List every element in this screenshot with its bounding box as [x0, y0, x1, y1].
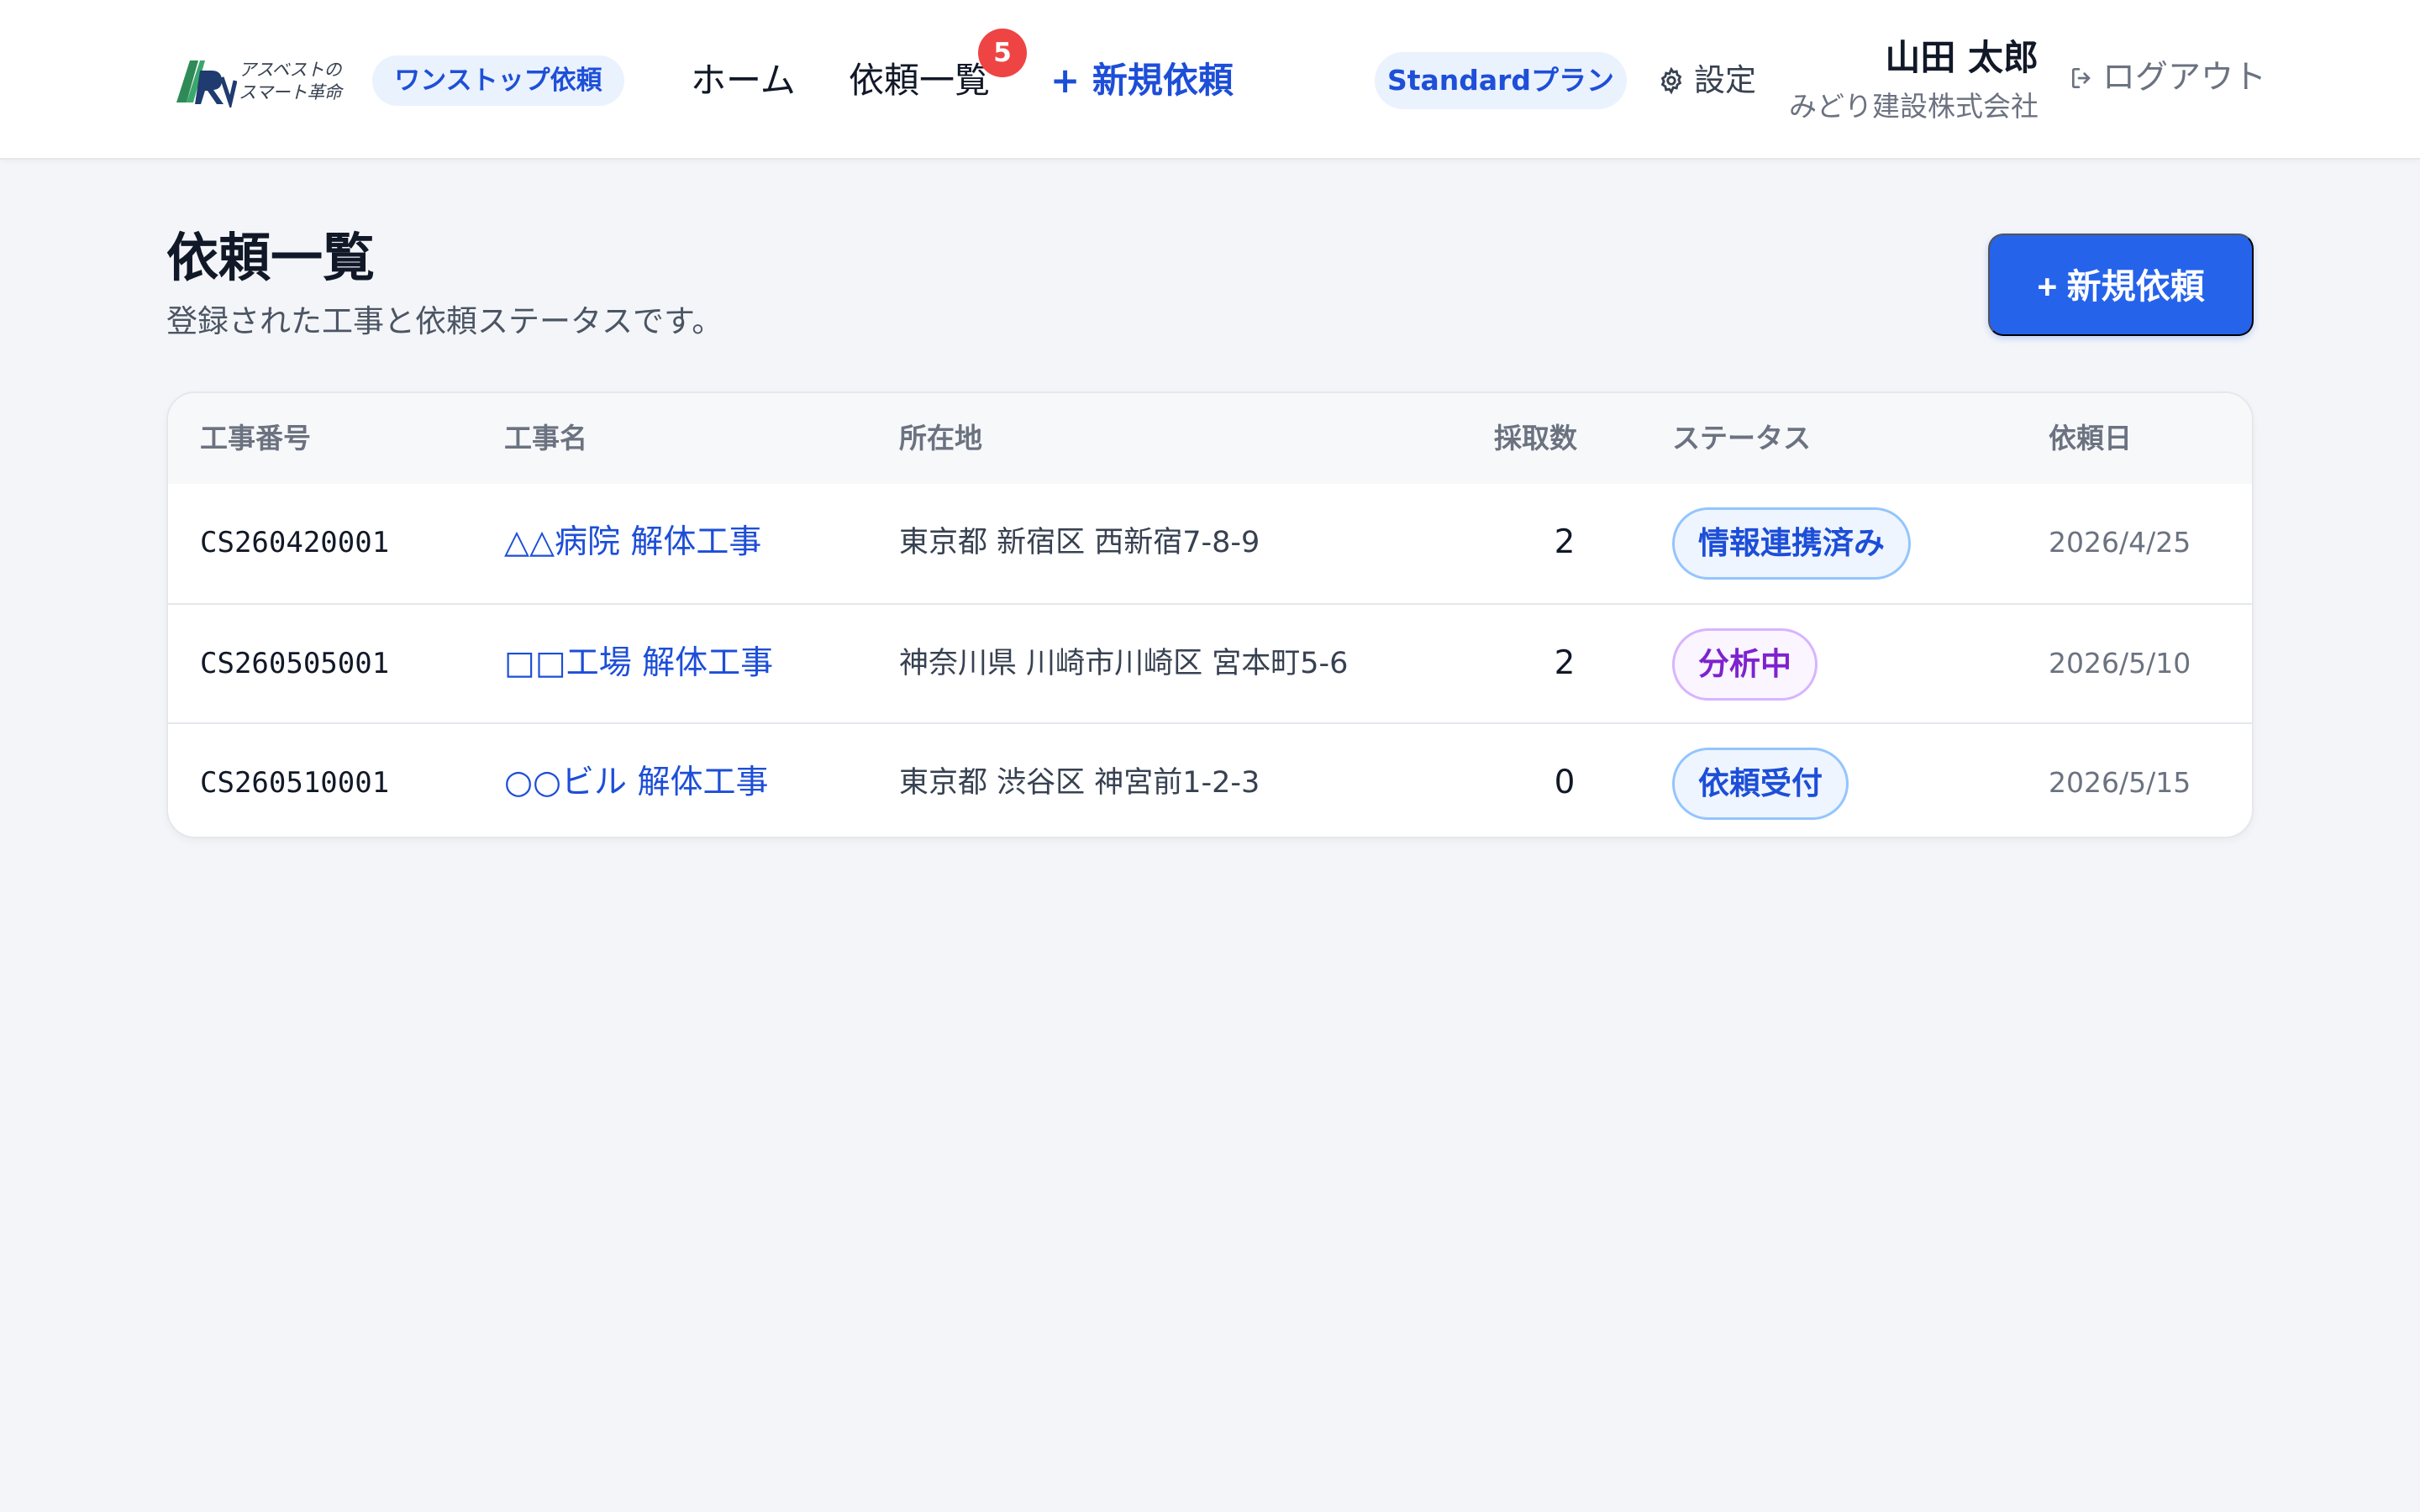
status-badge: 依頼受付	[1672, 747, 1849, 820]
logout-label: ログアウト	[2102, 59, 2267, 97]
sample-count: 2	[1554, 523, 1576, 561]
construction-name-link[interactable]: ○○ビル 解体工事	[504, 724, 768, 837]
sample-count: 0	[1554, 764, 1576, 801]
column-header-address: 所在地	[899, 422, 982, 454]
request-date: 2026/5/15	[2049, 766, 2191, 799]
request-table: 工事番号 工事名 所在地 採取数 ステータス 依頼日 CS260420001 △…	[166, 391, 2254, 838]
construction-name-link[interactable]: □□工場 解体工事	[504, 605, 773, 722]
logo-text-line1: アスベストの	[239, 60, 341, 80]
column-header-date: 依頼日	[2049, 422, 2132, 454]
top-header: アスベストの スマート革命 ワンストップ依頼 ホーム 依頼一覧 5 + 新規依頼…	[0, 0, 2420, 160]
column-header-count: 採取数	[1494, 422, 1577, 454]
construction-number: CS260420001	[200, 526, 390, 559]
status-cell: 情報連携済み	[1672, 484, 1911, 601]
user-company: みどり建設株式会社	[1789, 90, 2039, 123]
status-badge: 分析中	[1672, 627, 1818, 701]
user-name: 山田 太郎	[1885, 37, 2039, 78]
construction-number: CS260510001	[200, 766, 390, 800]
sample-count: 2	[1554, 644, 1576, 682]
logo-mark-icon	[176, 60, 237, 108]
status-cell: 依頼受付	[1672, 724, 1849, 837]
request-date: 2026/5/10	[2049, 647, 2191, 680]
logout-link[interactable]: ログアウト	[2069, 52, 2266, 104]
plan-badge[interactable]: Standardプラン	[1375, 52, 1627, 109]
service-pill[interactable]: ワンストップ依頼	[372, 55, 624, 106]
construction-address: 東京都 渋谷区 神宮前1-2-3	[899, 766, 1260, 800]
logo-text: アスベストの スマート革命	[239, 59, 348, 104]
table-header: 工事番号 工事名 所在地 採取数 ステータス 依頼日	[168, 393, 2252, 484]
column-header-status: ステータス	[1672, 422, 1811, 454]
request-date: 2026/4/25	[2049, 526, 2191, 559]
nav-home[interactable]: ホーム	[691, 54, 796, 108]
column-header-number: 工事番号	[200, 422, 311, 454]
new-request-button[interactable]: + 新規依頼	[1988, 234, 2254, 336]
table-row[interactable]: CS260505001 □□工場 解体工事 神奈川県 川崎市川崎区 宮本町5-6…	[168, 603, 2252, 722]
status-badge: 情報連携済み	[1672, 507, 1911, 580]
logout-icon	[2072, 68, 2091, 88]
table-row[interactable]: CS260420001 △△病院 解体工事 東京都 新宿区 西新宿7-8-9 2…	[168, 484, 2252, 603]
construction-name-link[interactable]: △△病院 解体工事	[504, 484, 761, 601]
nav-request-list[interactable]: 依頼一覧	[849, 54, 990, 108]
settings-label: 設定	[1694, 62, 1756, 98]
request-count-badge: 5	[978, 29, 1027, 77]
gear-icon	[1660, 66, 1682, 95]
construction-address: 神奈川県 川崎市川崎区 宮本町5-6	[899, 647, 1349, 680]
column-header-name: 工事名	[504, 422, 587, 454]
brand-logo[interactable]: アスベストの スマート革命	[175, 55, 343, 108]
page-title: 依頼一覧	[166, 227, 376, 288]
page-subtitle: 登録された工事と依頼ステータスです。	[166, 303, 723, 339]
logo-text-line2: スマート革命	[239, 82, 342, 102]
status-cell: 分析中	[1672, 605, 1818, 722]
nav-new-request[interactable]: + 新規依頼	[1050, 54, 1234, 108]
settings-link[interactable]: 設定	[1657, 55, 1756, 106]
construction-address: 東京都 新宿区 西新宿7-8-9	[899, 526, 1260, 559]
table-row[interactable]: CS260510001 ○○ビル 解体工事 東京都 渋谷区 神宮前1-2-3 0…	[168, 722, 2252, 837]
construction-number: CS260505001	[200, 647, 390, 680]
